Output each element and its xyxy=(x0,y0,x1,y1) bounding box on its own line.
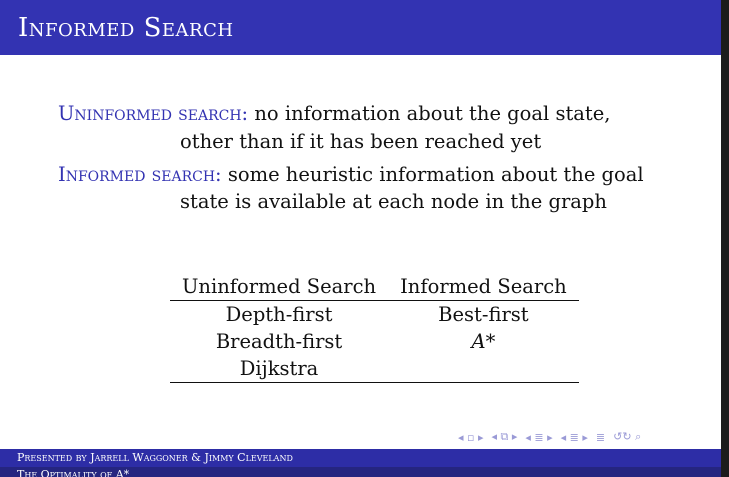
footer-talk-title: The Optimality of A* xyxy=(17,468,130,477)
table-cell: Breadth-first xyxy=(215,330,343,353)
table-cell: A* xyxy=(471,330,496,353)
uninformed-definition-line1: Uninformed search: no information about … xyxy=(58,100,611,128)
table-cell: Dijkstra xyxy=(170,355,389,383)
uninformed-text-2: other than if it has been reached yet xyxy=(180,130,542,153)
column-header-uninformed: Uninformed Search xyxy=(170,271,389,301)
subsection-nav-icon[interactable]: ◂ ⧉ ▸ xyxy=(492,430,518,444)
table-row: Breadth-first A* xyxy=(170,328,579,355)
table-header-row: Uninformed Search Informed Search xyxy=(170,271,579,301)
window-edge xyxy=(721,0,729,477)
align-icon[interactable]: ≣ xyxy=(596,431,605,444)
table-cell: Best-first xyxy=(438,303,529,326)
section-nav-icon[interactable]: ◂ ≣ ▸ xyxy=(525,431,552,444)
uninformed-term: Uninformed search: xyxy=(58,102,249,125)
informed-definition-line1: Informed search: some heuristic informat… xyxy=(58,161,644,189)
beamer-navigation: ◂ ▫ ▸ ◂ ⧉ ▸ ◂ ≣ ▸ ◂ ≣ ▸ ≣ ↺↻ ⌕ xyxy=(458,430,641,444)
table-row: Depth-first Best-first xyxy=(170,301,579,329)
slide-title: Informed Search xyxy=(18,13,234,43)
title-bar: Informed Search xyxy=(0,0,721,55)
footer-title-bar: The Optimality of A* xyxy=(0,467,721,477)
table-row: Dijkstra xyxy=(170,355,579,383)
column-header-informed: Informed Search xyxy=(388,271,579,301)
frame-nav-icon[interactable]: ◂ ▫ ▸ xyxy=(458,431,484,444)
table-cell: Depth-first xyxy=(225,303,333,326)
informed-term: Informed search: xyxy=(58,163,222,186)
comparison-table: Uninformed Search Informed Search Depth-… xyxy=(170,271,579,383)
search-icon[interactable]: ↺↻ ⌕ xyxy=(613,430,641,444)
footer-presenters-bar: Presented by Jarrell Waggoner & Jimmy Cl… xyxy=(0,449,721,467)
slide-nav-icon[interactable]: ◂ ≣ ▸ xyxy=(561,431,588,444)
table-cell xyxy=(388,355,579,383)
informed-text-2: state is available at each node in the g… xyxy=(180,190,607,213)
informed-text-1: some heuristic information about the goa… xyxy=(227,163,644,186)
uninformed-text-1: no information about the goal state, xyxy=(254,102,611,125)
footer-presenters: Presented by Jarrell Waggoner & Jimmy Cl… xyxy=(17,451,293,464)
